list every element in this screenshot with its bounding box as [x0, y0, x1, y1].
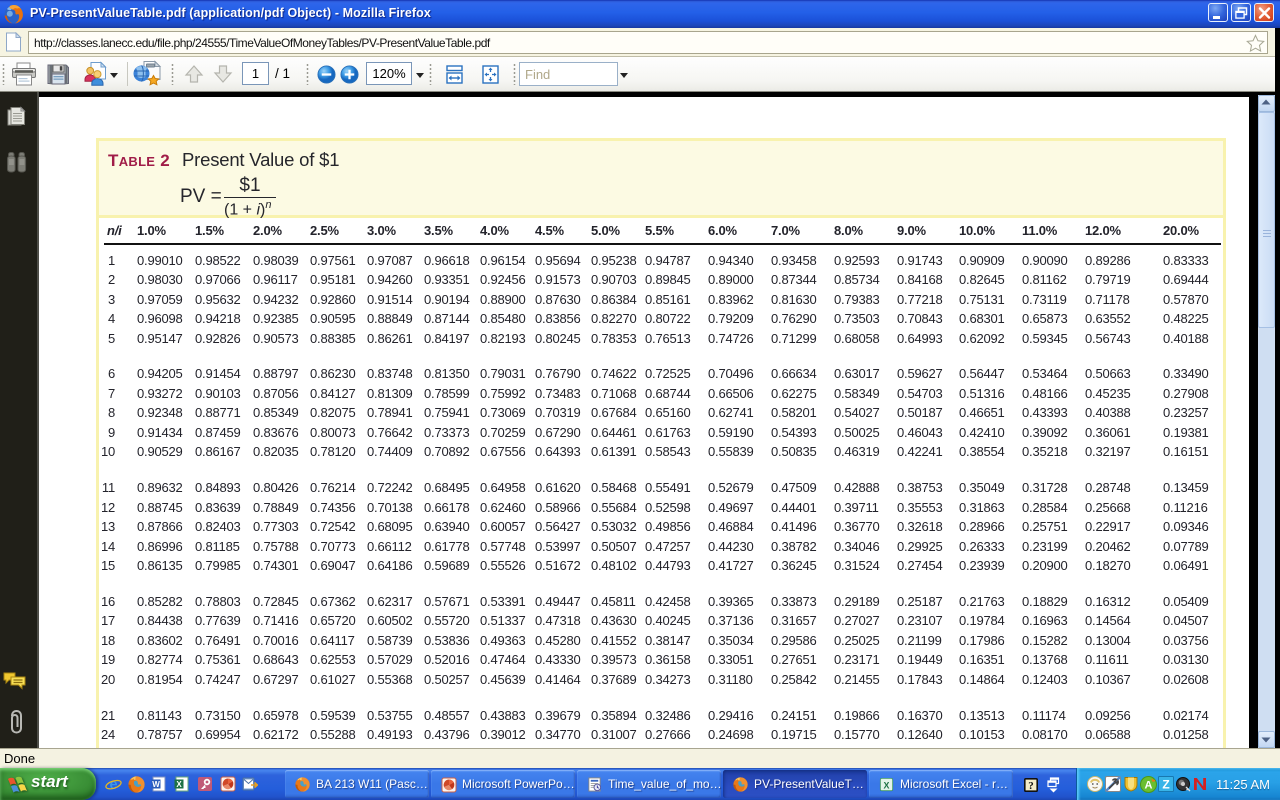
svg-text:?: ?: [1028, 780, 1034, 792]
svg-text:X: X: [884, 780, 890, 790]
svg-text:e: e: [109, 777, 117, 793]
svg-text:A: A: [1145, 780, 1153, 792]
svg-text:X: X: [176, 780, 182, 789]
svg-text:W: W: [152, 780, 160, 789]
svg-text:Z: Z: [1162, 778, 1169, 792]
